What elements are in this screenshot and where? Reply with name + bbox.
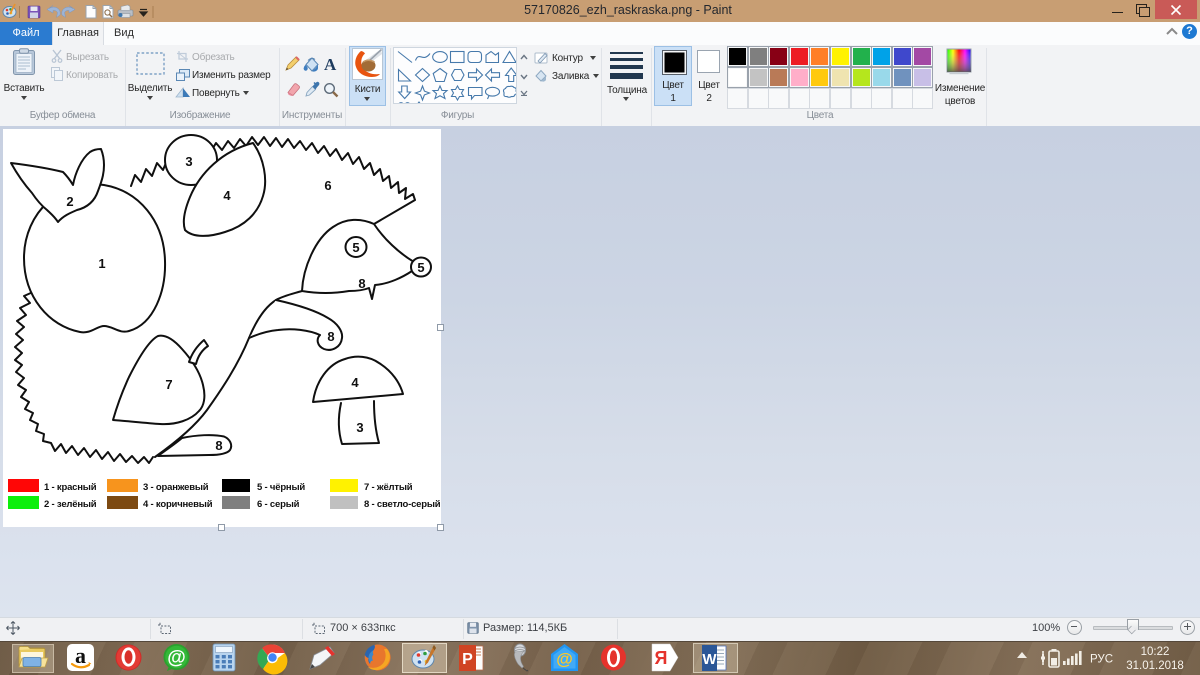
svg-text:2: 2: [66, 194, 73, 209]
svg-text:a: a: [75, 643, 86, 668]
svg-text:3 - оранжевый: 3 - оранжевый: [143, 482, 209, 493]
svg-text:8: 8: [215, 438, 222, 453]
svg-text:5: 5: [352, 240, 359, 255]
svg-text:8 - светло-серый: 8 - светло-серый: [364, 499, 441, 510]
svg-text:4 - коричневый: 4 - коричневый: [143, 499, 213, 510]
svg-text:4: 4: [223, 188, 231, 203]
svg-text:Я: Я: [655, 648, 668, 668]
svg-text:1 - красный: 1 - красный: [44, 482, 97, 493]
svg-text:6 - серый: 6 - серый: [257, 499, 300, 510]
svg-text:8: 8: [358, 276, 365, 291]
svg-text:31.01.2018: 31.01.2018: [1126, 660, 1184, 672]
svg-text:4: 4: [351, 375, 359, 390]
svg-text:W: W: [702, 651, 717, 668]
svg-text:7 - жёлтый: 7 - жёлтый: [364, 482, 413, 493]
svg-text:1: 1: [98, 256, 105, 271]
svg-text:10:22: 10:22: [1141, 646, 1170, 658]
svg-text:@: @: [167, 648, 186, 669]
svg-text:3: 3: [185, 154, 192, 169]
svg-text:РУС: РУС: [1090, 654, 1113, 666]
svg-text:6: 6: [324, 178, 331, 193]
svg-text:2 - зелёный: 2 - зелёный: [44, 499, 97, 510]
svg-text:P: P: [462, 651, 473, 668]
svg-text:3: 3: [356, 420, 363, 435]
svg-text:7: 7: [165, 377, 172, 392]
svg-text:8: 8: [327, 329, 334, 344]
svg-text:@: @: [556, 650, 573, 669]
svg-text:5 - чёрный: 5 - чёрный: [257, 482, 305, 493]
svg-text:5: 5: [417, 260, 424, 275]
